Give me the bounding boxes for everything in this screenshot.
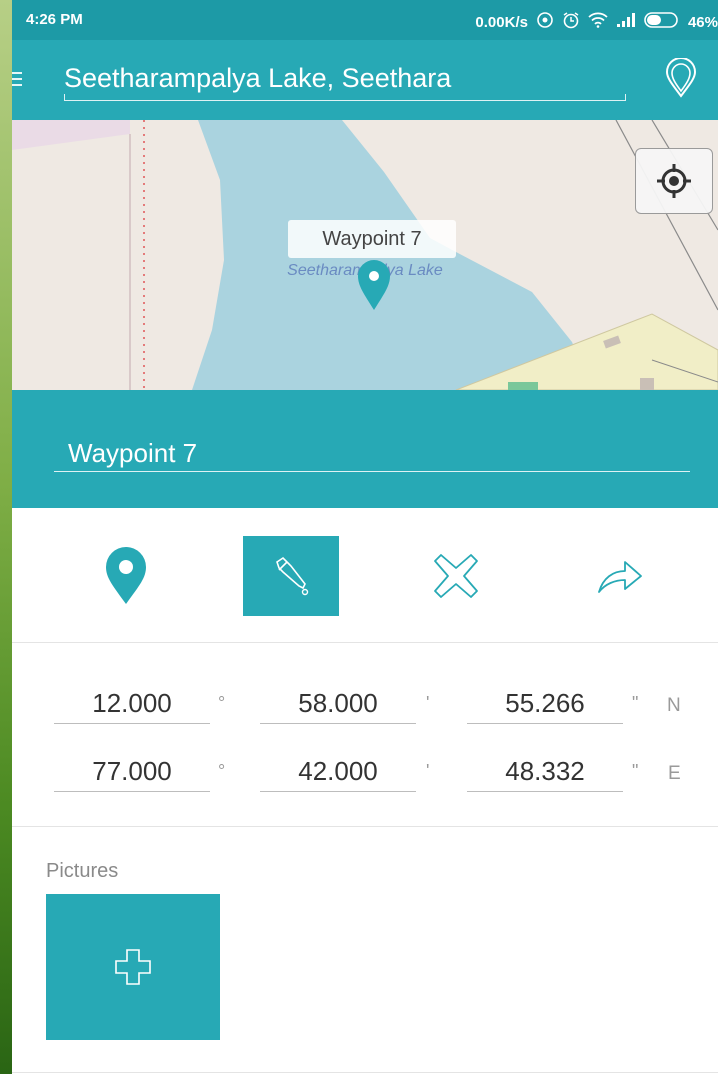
longitude-degrees-input[interactable]: 77.000 [54,751,210,792]
battery-percent: 46% [687,13,718,31]
degree-symbol: ° [218,761,226,781]
color-dropper-icon [276,556,309,596]
status-bar: 4:26 PM 0.00K/s 46% [12,0,718,40]
delete-button[interactable] [408,536,504,616]
map-marker-label: Waypoint 7 [288,220,456,258]
battery-icon [644,12,680,32]
latitude-direction: N [667,695,681,716]
status-time: 4:26 PM [26,11,83,28]
hotspot-icon [536,11,554,33]
second-symbol: " [632,693,639,713]
share-icon [598,561,642,593]
signal-icon [616,12,636,32]
longitude-seconds-input[interactable]: 48.332 [467,751,623,792]
latitude-minutes-input[interactable]: 58.000 [260,683,416,724]
waypoint-name-input[interactable]: Waypoint 7 [54,434,690,472]
longitude-minutes-input[interactable]: 42.000 [260,751,416,792]
add-picture-button[interactable] [46,894,220,1040]
minute-symbol: ' [426,761,430,781]
degree-symbol: ° [218,693,226,713]
latitude-seconds-input[interactable]: 55.266 [467,683,623,724]
input-underline-tick [625,94,626,100]
latitude-degrees-input[interactable]: 12.000 [54,683,210,724]
wifi-icon [588,12,608,32]
app-screen: 4:26 PM 0.00K/s 46% Seetharampalya Lake,… [12,0,718,1074]
waypoint-name-section: Waypoint 7 [12,390,718,508]
map-marker-icon[interactable] [356,258,392,312]
input-underline-tick [64,94,65,100]
waypoint-action-bar [12,508,718,643]
top-app-bar: Seetharampalya Lake, Seethara [12,40,718,120]
color-dropper-button[interactable] [243,536,339,616]
delete-icon [434,554,478,598]
pin-icon [106,547,146,604]
pin-outline-icon[interactable] [664,57,698,98]
location-search-input[interactable]: Seetharampalya Lake, Seethara [64,56,626,101]
menu-icon[interactable] [12,72,24,88]
second-symbol: " [632,761,639,781]
divider [12,1072,718,1073]
network-speed: 0.00K/s [475,13,528,31]
pictures-label: Pictures [46,860,119,882]
map-view[interactable]: Waypoint 7 Seetharampalya Lake [12,120,718,390]
locate-icon [657,164,691,198]
coordinates-panel: 12.000 ° 58.000 ' 55.266 " N 77.000 ° 42… [12,643,718,827]
share-button[interactable] [572,536,668,616]
status-icons: 0.00K/s 46% [475,11,718,33]
locate-button[interactable] [635,148,713,214]
pin-button[interactable] [78,536,174,616]
alarm-icon [562,11,580,33]
longitude-direction: E [668,763,681,784]
minute-symbol: ' [426,693,430,713]
plus-icon [115,949,151,985]
